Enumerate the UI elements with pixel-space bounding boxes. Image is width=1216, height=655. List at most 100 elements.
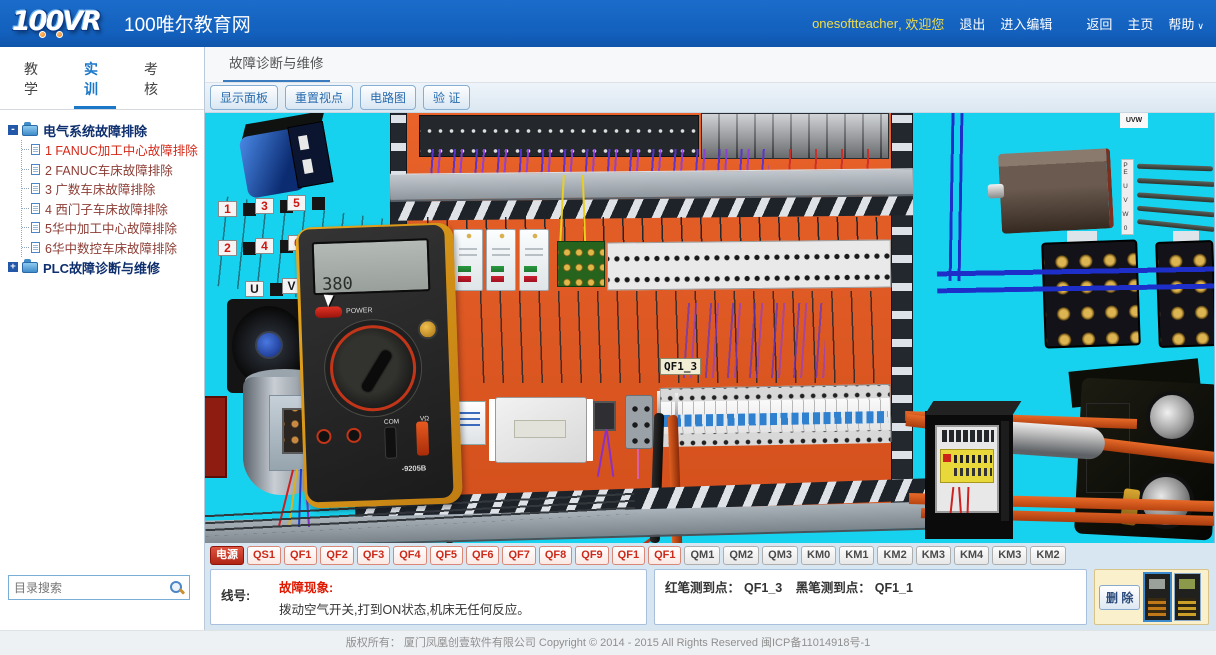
switch-button[interactable]: QF8 (539, 546, 572, 565)
verify-button[interactable]: 验 证 (423, 85, 470, 110)
switch-button[interactable]: QM1 (684, 546, 720, 565)
switch-button[interactable]: KM3 (916, 546, 951, 565)
point-label-5[interactable]: 5 (287, 195, 306, 211)
tree-item-hzhong-cnc-lathe[interactable]: 6华中数控车床故障排除 (22, 238, 200, 258)
switch-button[interactable]: KM0 (801, 546, 836, 565)
power-button[interactable] (315, 306, 342, 318)
multimeter-model: -9205B (401, 463, 426, 473)
search-input[interactable] (14, 581, 169, 595)
tree-folder-electrical[interactable]: - 电气系统故障排除 (8, 120, 200, 140)
point-label-4[interactable]: 4 (255, 238, 274, 254)
power-switch-button[interactable]: 电源 (210, 546, 244, 565)
terminal-id-label: PE U V W 0 (1121, 159, 1134, 235)
red-device (205, 396, 227, 478)
switch-row: 电源 QS1 QF1 QF2 QF3 QF4 QF5 QF6 QF7 QF8 Q… (205, 543, 1216, 567)
terminal-block-large (1155, 240, 1215, 348)
switch-button[interactable]: QF2 (320, 546, 353, 565)
transformer-top (925, 401, 1022, 415)
file-icon (31, 242, 40, 253)
transformer-label (940, 449, 994, 483)
switch-button[interactable]: QF1 (284, 546, 317, 565)
tree-folder-plc[interactable]: + PLC故障诊断与维修 (8, 257, 200, 277)
corner-label: UVW (1120, 113, 1148, 128)
switch-button[interactable]: KM4 (954, 546, 989, 565)
contactor-group (453, 229, 549, 291)
site-logo-icon[interactable]: 100VR (12, 6, 112, 42)
header-links: onesoftteacher , 欢迎您 退出 进入编辑 返回 主页 帮助∨ (797, 14, 1204, 33)
switch-button[interactable]: QS1 (247, 546, 281, 565)
chevron-down-icon: ∨ (1197, 21, 1204, 31)
switch-button[interactable]: KM2 (877, 546, 912, 565)
logout-link[interactable]: 退出 (959, 14, 985, 33)
content-tabbar: 故障诊断与维修 (205, 47, 1216, 83)
tree-item-label: 2 FANUC车床故障排除 (45, 160, 173, 179)
fault-description: 拨动空气开关,打到ON状态,机床无任何反应。 (279, 599, 530, 618)
username[interactable]: onesoftteacher (812, 16, 898, 31)
folder-icon (22, 125, 38, 136)
breaker-row[interactable] (660, 384, 892, 446)
transformer-side (1001, 421, 1009, 521)
expand-icon[interactable]: + (8, 262, 18, 272)
dial-knob[interactable] (360, 349, 393, 394)
switch-button[interactable]: KM1 (839, 546, 874, 565)
multimeter[interactable]: 380 POWER COM VΩ -9205B (295, 222, 463, 508)
label-dots (954, 455, 992, 463)
switch-button[interactable]: QF1 (612, 546, 645, 565)
tab-training[interactable]: 实训 (74, 56, 116, 109)
point-label-1[interactable]: 1 (218, 201, 237, 217)
black-probe-value: QF1_1 (875, 581, 913, 595)
file-icon (31, 183, 40, 194)
folder-label: PLC故障诊断与维修 (43, 258, 160, 277)
phase-label-u[interactable]: U (245, 281, 264, 297)
scene-toolbar: 显示面板 重置视点 电路图 验 证 (205, 83, 1216, 113)
tab-teaching[interactable]: 教学 (14, 56, 56, 109)
circuit-diagram-button[interactable]: 电路图 (360, 85, 416, 110)
transformer (925, 411, 1013, 539)
point-label-3[interactable]: 3 (255, 198, 274, 214)
delete-button[interactable]: 删 除 (1099, 585, 1140, 610)
switch-button[interactable]: QF4 (393, 546, 426, 565)
tab-fault-diagnosis[interactable]: 故障诊断与维修 (223, 46, 330, 82)
label-dots (954, 468, 992, 476)
device-slot (298, 135, 309, 150)
tree-item-siemens-lathe[interactable]: 4 西门子车床故障排除 (22, 199, 200, 219)
tree-item-hzhong-machining[interactable]: 5华中加工中心故障排除 (22, 218, 200, 238)
fan-hub (255, 331, 283, 359)
tree-item-label: 5华中加工中心故障排除 (45, 218, 177, 237)
tab-assessment[interactable]: 考核 (134, 56, 176, 109)
enter-edit-link[interactable]: 进入编辑 (1000, 14, 1052, 33)
folder-label: 电气系统故障排除 (43, 121, 147, 140)
switch-button[interactable]: KM3 (992, 546, 1027, 565)
tree-item-fanuc-lathe[interactable]: 2 FANUC车床故障排除 (22, 160, 200, 180)
file-icon (31, 144, 40, 155)
home-link[interactable]: 主页 (1127, 14, 1153, 33)
multimeter-thumbnail[interactable] (1145, 574, 1170, 620)
black-plug[interactable] (384, 426, 397, 458)
switch-button[interactable]: QF3 (357, 546, 390, 565)
help-label: 帮助 (1168, 17, 1194, 32)
show-panel-button[interactable]: 显示面板 (210, 85, 278, 110)
point-label-2[interactable]: 2 (218, 240, 237, 256)
switch-button[interactable]: QF7 (502, 546, 535, 565)
back-link[interactable]: 返回 (1086, 14, 1112, 33)
red-wire (958, 487, 962, 513)
switch-button[interactable]: QF5 (430, 546, 463, 565)
reset-view-button[interactable]: 重置视点 (285, 85, 353, 110)
red-plug[interactable] (416, 421, 429, 455)
switch-button[interactable]: QM3 (762, 546, 798, 565)
3d-scene-viewport[interactable]: QF1_3 1 3 5 2 (205, 113, 1215, 543)
help-menu[interactable]: 帮助∨ (1168, 14, 1204, 33)
switch-button[interactable]: KM2 (1030, 546, 1065, 565)
instrument-thumbnail[interactable] (1175, 574, 1200, 620)
spindle-cylinder (1146, 391, 1198, 443)
tree-item-fanuc-machining[interactable]: 1 FANUC加工中心故障排除 (22, 140, 200, 160)
point-pad (312, 197, 325, 210)
switch-button[interactable]: QF1 (648, 546, 681, 565)
logo-dot-icon (56, 31, 63, 38)
collapse-icon[interactable]: - (8, 125, 18, 135)
switch-button[interactable]: QM2 (723, 546, 759, 565)
tree-item-gsk-lathe[interactable]: 3 广数车床故障排除 (22, 179, 200, 199)
search-icon[interactable] (169, 580, 184, 595)
switch-button[interactable]: QF9 (575, 546, 608, 565)
switch-button[interactable]: QF6 (466, 546, 499, 565)
